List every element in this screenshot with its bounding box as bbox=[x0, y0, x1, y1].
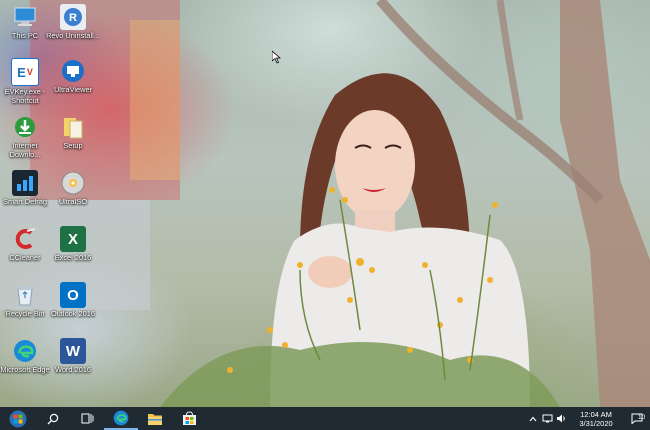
edge-icon bbox=[12, 338, 38, 364]
mouse-cursor-icon bbox=[272, 51, 281, 64]
start-button[interactable] bbox=[0, 407, 36, 430]
desktop-icon-label: Setup bbox=[63, 141, 83, 150]
show-hidden-icons-button[interactable] bbox=[526, 407, 540, 430]
file-explorer-taskbar-button[interactable] bbox=[138, 407, 172, 430]
ccleaner-icon bbox=[12, 226, 38, 252]
edge-icon bbox=[113, 410, 129, 425]
internet-download-manager-icon bbox=[12, 114, 38, 140]
revo-uninstaller-icon: R bbox=[60, 4, 86, 30]
desktop-icon-label: UltraISO bbox=[58, 197, 88, 206]
taskbar-clock[interactable]: 12:04 AM 3/31/2020 bbox=[568, 410, 624, 428]
desktop-icon-label: Excel 2016 bbox=[54, 253, 92, 262]
clock-time: 12:04 AM bbox=[580, 409, 612, 419]
taskbar: 12:04 AM 3/31/2020 10 bbox=[0, 407, 650, 430]
desktop-icon-ultraviewer[interactable]: UltraViewer bbox=[45, 58, 101, 95]
desktop-icon-setup[interactable]: Setup bbox=[45, 114, 101, 151]
chevron-up-icon bbox=[529, 416, 537, 421]
excel-icon: X bbox=[60, 226, 86, 252]
search-icon bbox=[47, 413, 59, 424]
desktop-icon-ultraiso[interactable]: UltraISO bbox=[45, 170, 101, 207]
system-tray: 12:04 AM 3/31/2020 10 bbox=[526, 407, 650, 430]
this-pc-icon bbox=[12, 4, 38, 30]
folder-icon bbox=[148, 413, 162, 425]
smart-defrag-icon bbox=[12, 170, 38, 196]
edge-taskbar-button[interactable] bbox=[104, 407, 138, 430]
setup-icon bbox=[60, 114, 86, 140]
windows-start-icon bbox=[9, 410, 27, 427]
recycle-bin-icon bbox=[12, 282, 38, 308]
desktop-icon-label: Word 2016 bbox=[54, 365, 92, 374]
notification-count: 10 bbox=[638, 414, 646, 421]
volume-button[interactable] bbox=[554, 407, 568, 430]
action-center-button[interactable]: 10 bbox=[624, 407, 650, 430]
ultraviewer-icon bbox=[60, 58, 86, 84]
evkey-icon: EV bbox=[11, 58, 39, 86]
word-icon: W bbox=[60, 338, 86, 364]
store-taskbar-button[interactable] bbox=[172, 407, 206, 430]
ultraiso-icon bbox=[60, 170, 86, 196]
svg-text:R: R bbox=[69, 12, 77, 24]
desktop-icon-revo-uninstaller[interactable]: R Revo Uninstall... bbox=[45, 4, 101, 41]
task-view-button[interactable] bbox=[70, 407, 104, 430]
desktop-icon-outlook[interactable]: O Outlook 2016 bbox=[45, 282, 101, 319]
speaker-icon bbox=[556, 414, 565, 423]
desktop-icon-label: Revo Uninstall... bbox=[46, 31, 100, 40]
desktop-icon-word[interactable]: W Word 2016 bbox=[45, 338, 101, 375]
outlook-icon: O bbox=[60, 282, 86, 308]
desktop-icon-label: UltraViewer bbox=[53, 85, 93, 94]
network-icon bbox=[542, 414, 552, 423]
task-view-icon bbox=[81, 413, 93, 424]
store-icon bbox=[182, 411, 196, 425]
search-button[interactable] bbox=[36, 407, 70, 430]
clock-date: 3/31/2020 bbox=[579, 418, 613, 428]
desktop-icon-label: Outlook 2016 bbox=[51, 309, 95, 318]
network-button[interactable] bbox=[540, 407, 554, 430]
desktop-icon-excel[interactable]: X Excel 2016 bbox=[45, 226, 101, 263]
